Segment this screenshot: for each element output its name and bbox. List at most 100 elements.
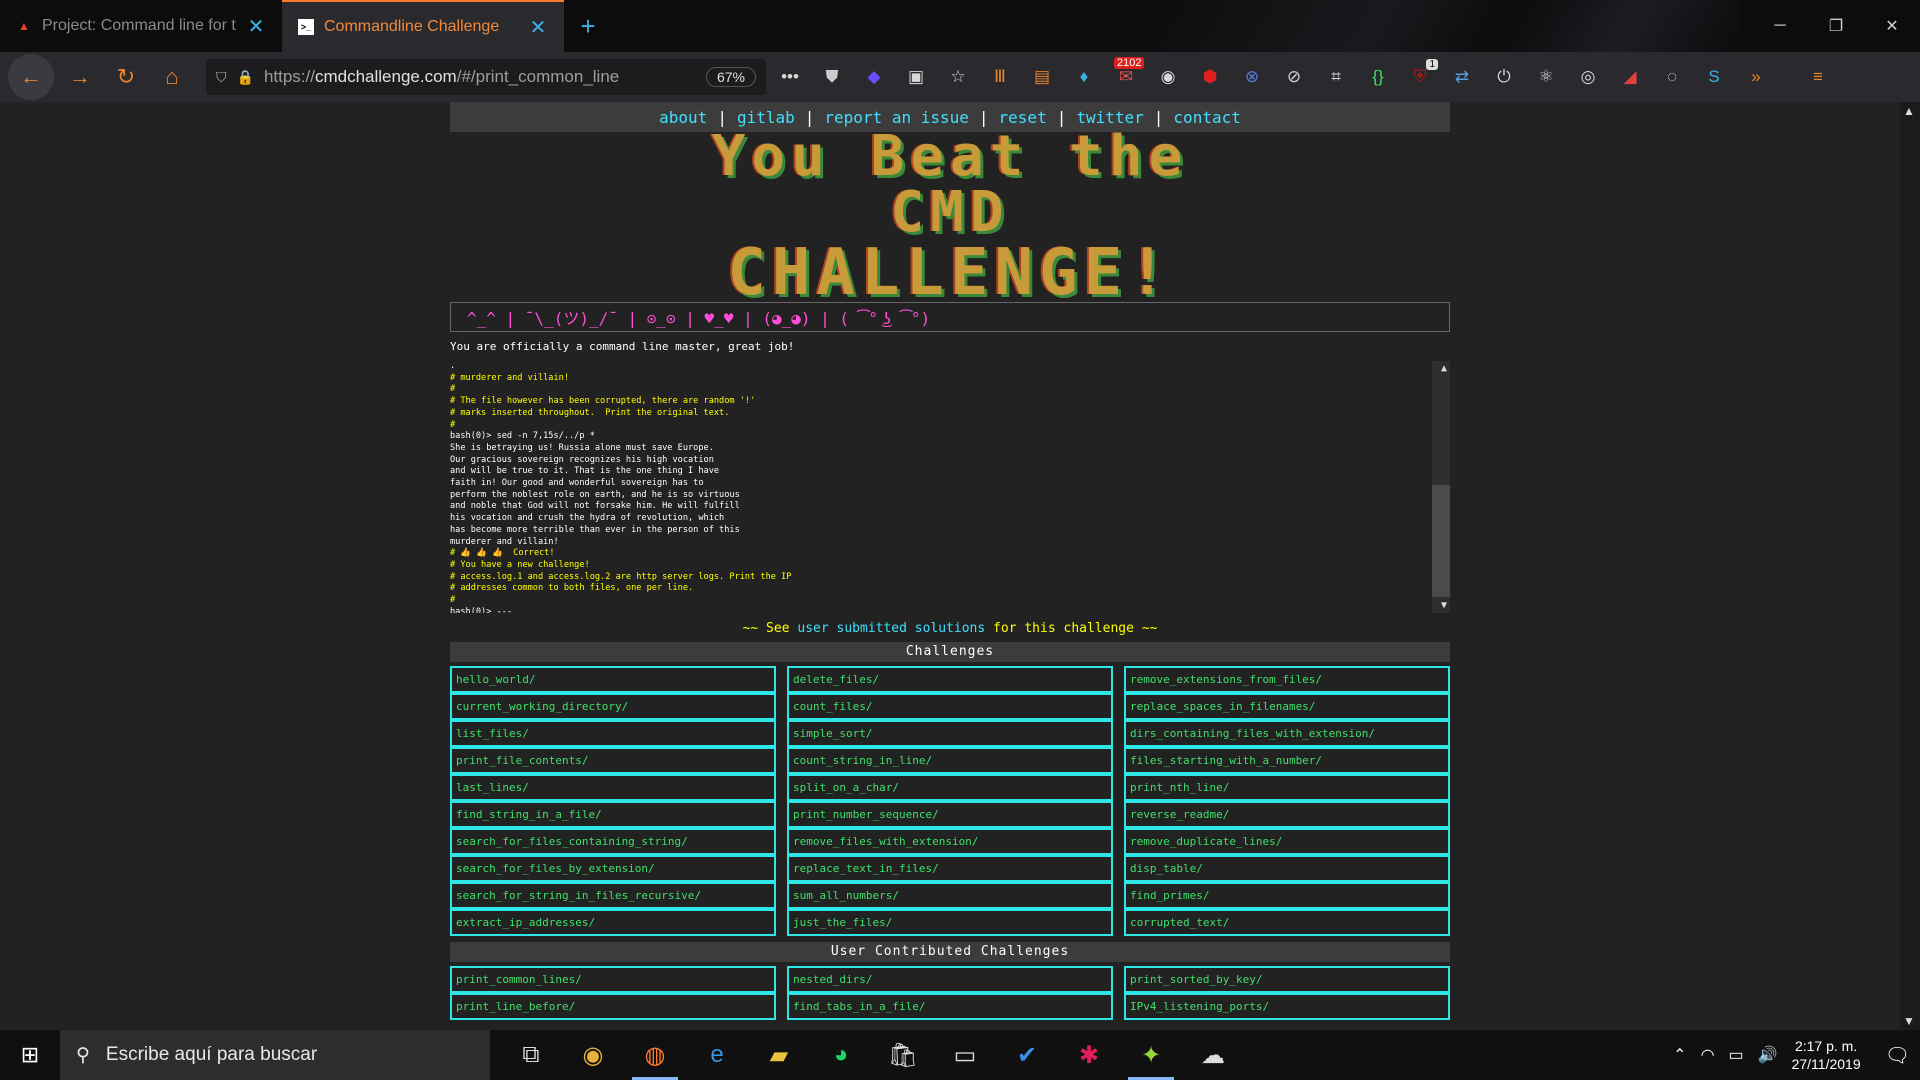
eraser-extension-icon[interactable]: ◢ <box>1612 59 1648 95</box>
atom-extension-icon[interactable]: ⚛ <box>1528 59 1564 95</box>
challenge-link[interactable]: list_files/ <box>450 720 776 747</box>
challenge-link[interactable]: current_working_directory/ <box>450 693 776 720</box>
challenge-link[interactable]: just_the_files/ <box>787 909 1113 936</box>
library-icon[interactable]: Ⅲ <box>982 59 1018 95</box>
challenge-link[interactable]: print_common_lines/ <box>450 966 776 993</box>
tray-chevron-icon[interactable]: ⌃ <box>1673 1045 1686 1065</box>
challenge-link[interactable]: split_on_a_char/ <box>787 774 1113 801</box>
terminal-scrollbar[interactable]: ▲ ▼ <box>1432 361 1450 613</box>
forward-button[interactable]: → <box>60 57 100 97</box>
reader-sidebar-icon[interactable]: ▤ <box>1024 59 1060 95</box>
code-extension-icon[interactable]: {} <box>1360 59 1396 95</box>
close-icon[interactable]: ✕ <box>246 14 266 39</box>
ring-extension-icon[interactable]: ◌ <box>1654 59 1690 95</box>
s-extension-icon[interactable]: S <box>1696 59 1732 95</box>
challenge-link[interactable]: count_string_in_line/ <box>787 747 1113 774</box>
task-view-icon[interactable]: ⧉ <box>500 1030 562 1080</box>
onedrive-icon[interactable]: ☁ <box>1182 1030 1244 1080</box>
taskbar-search[interactable]: ⚲ Escribe aquí para buscar <box>60 1030 490 1080</box>
new-tab-button[interactable]: + <box>564 0 612 52</box>
challenge-link[interactable]: replace_spaces_in_filenames/ <box>1124 693 1450 720</box>
challenge-link[interactable]: remove_files_with_extension/ <box>787 828 1113 855</box>
slack-icon[interactable]: ✱ <box>1058 1030 1120 1080</box>
challenge-link[interactable]: nested_dirs/ <box>787 966 1113 993</box>
diamond-extension-icon[interactable]: ♦ <box>1066 59 1102 95</box>
minimize-button[interactable]: ─ <box>1752 0 1808 52</box>
mail-extension-icon[interactable]: ✉ 2102 <box>1108 57 1145 95</box>
crop-extension-icon[interactable]: ⌗ <box>1318 59 1354 95</box>
tab-gitlab-project[interactable]: ▲ Project: Command line for the ✕ <box>0 0 282 52</box>
challenge-link[interactable]: find_tabs_in_a_file/ <box>787 993 1113 1020</box>
overflow-chevron-icon[interactable]: » <box>1738 59 1774 95</box>
page-actions-icon[interactable]: ••• <box>772 59 808 95</box>
start-button[interactable]: ⊞ <box>0 1030 60 1080</box>
challenge-link[interactable]: find_primes/ <box>1124 882 1450 909</box>
challenge-link[interactable]: search_for_files_containing_string/ <box>450 828 776 855</box>
challenge-link[interactable]: delete_files/ <box>787 666 1113 693</box>
scroll-up-icon[interactable]: ▲ <box>1441 363 1447 374</box>
todo-icon[interactable]: ✔ <box>996 1030 1058 1080</box>
challenge-link[interactable]: simple_sort/ <box>787 720 1113 747</box>
terminal-scroll-thumb[interactable] <box>1432 485 1450 597</box>
shield-icon[interactable]: ⛉ <box>216 69 227 86</box>
clock[interactable]: 2:17 p. m. 27/11/2019 <box>1792 1037 1861 1073</box>
nav-about-link[interactable]: about <box>659 108 707 127</box>
volume-icon[interactable]: 🔊 <box>1758 1045 1778 1065</box>
challenge-link[interactable]: find_string_in_a_file/ <box>450 801 776 828</box>
challenge-link[interactable]: sum_all_numbers/ <box>787 882 1113 909</box>
challenge-link[interactable]: print_file_contents/ <box>450 747 776 774</box>
notifications-icon[interactable]: 🗨 <box>1885 1043 1910 1068</box>
challenge-link[interactable]: dirs_containing_files_with_extension/ <box>1124 720 1450 747</box>
app-icon[interactable]: ✦ <box>1120 1030 1182 1080</box>
extension-cube-icon[interactable]: ◆ <box>856 59 892 95</box>
user-solutions-link[interactable]: user submitted solutions <box>797 621 985 636</box>
tab-commandline-challenge[interactable]: >_ Commandline Challenge ✕ <box>282 0 564 52</box>
lock-icon[interactable]: 🔒 <box>237 69 254 86</box>
scroll-up-icon[interactable]: ▲ <box>1903 104 1915 118</box>
back-button[interactable]: ← <box>8 54 54 100</box>
maximize-button[interactable]: ❐ <box>1808 0 1864 52</box>
zoom-indicator[interactable]: 67% <box>705 67 756 87</box>
wifi-icon[interactable]: ◠ <box>1701 1045 1715 1065</box>
challenge-link[interactable]: last_lines/ <box>450 774 776 801</box>
challenge-link[interactable]: corrupted_text/ <box>1124 909 1450 936</box>
challenge-link[interactable]: extract_ip_addresses/ <box>450 909 776 936</box>
menu-icon[interactable]: ≡ <box>1800 59 1836 95</box>
challenge-link[interactable]: reverse_readme/ <box>1124 801 1450 828</box>
reload-button[interactable]: ↻ <box>106 57 146 97</box>
url-text[interactable]: https://cmdchallenge.com/#/print_common_… <box>264 67 696 87</box>
challenge-link[interactable]: remove_duplicate_lines/ <box>1124 828 1450 855</box>
store-icon[interactable]: 🛍 <box>872 1030 934 1080</box>
close-icon[interactable]: ✕ <box>528 15 548 40</box>
power-icon[interactable]: ⏻ <box>1486 59 1522 95</box>
challenge-link[interactable]: hello_world/ <box>450 666 776 693</box>
terminal-output[interactable]: . # murderer and villain! # # The file h… <box>450 361 1450 613</box>
challenge-link[interactable]: IPv4_listening_ports/ <box>1124 993 1450 1020</box>
close-window-button[interactable]: ✕ <box>1864 0 1920 52</box>
home-button[interactable]: ⌂ <box>152 57 192 97</box>
challenge-link[interactable]: files_starting_with_a_number/ <box>1124 747 1450 774</box>
challenge-link[interactable]: replace_text_in_files/ <box>787 855 1113 882</box>
chrome-icon[interactable]: ◉ <box>562 1030 624 1080</box>
translate-icon[interactable]: ⇄ <box>1444 59 1480 95</box>
adblock-icon[interactable]: ⬢ <box>1192 59 1228 95</box>
block-extension-icon[interactable]: ⊘ <box>1276 59 1312 95</box>
challenge-link[interactable]: print_number_sequence/ <box>787 801 1113 828</box>
file-explorer-icon[interactable]: ▰ <box>748 1030 810 1080</box>
challenge-link[interactable]: print_nth_line/ <box>1124 774 1450 801</box>
address-bar[interactable]: ⛉ 🔒 https://cmdchallenge.com/#/print_com… <box>206 59 766 95</box>
terminal-app-icon[interactable]: ▭ <box>934 1030 996 1080</box>
challenge-link[interactable]: disp_table/ <box>1124 855 1450 882</box>
challenge-link[interactable]: search_for_files_by_extension/ <box>450 855 776 882</box>
challenge-link[interactable]: search_for_string_in_files_recursive/ <box>450 882 776 909</box>
privacy-extension-icon[interactable]: ⊗ <box>1234 59 1270 95</box>
challenge-link[interactable]: print_sorted_by_key/ <box>1124 966 1450 993</box>
edge-icon[interactable]: e <box>686 1030 748 1080</box>
spotify-icon[interactable]: ◕ <box>810 1030 872 1080</box>
glasses-extension-icon[interactable]: ◎ <box>1570 59 1606 95</box>
pocket-icon[interactable]: ⛊ <box>814 59 850 95</box>
scroll-down-icon[interactable]: ▼ <box>1441 600 1447 611</box>
battery-icon[interactable]: ▭ <box>1729 1045 1744 1065</box>
firefox-icon[interactable]: ◍ <box>624 1030 686 1080</box>
circle-extension-icon[interactable]: ◉ <box>1150 59 1186 95</box>
